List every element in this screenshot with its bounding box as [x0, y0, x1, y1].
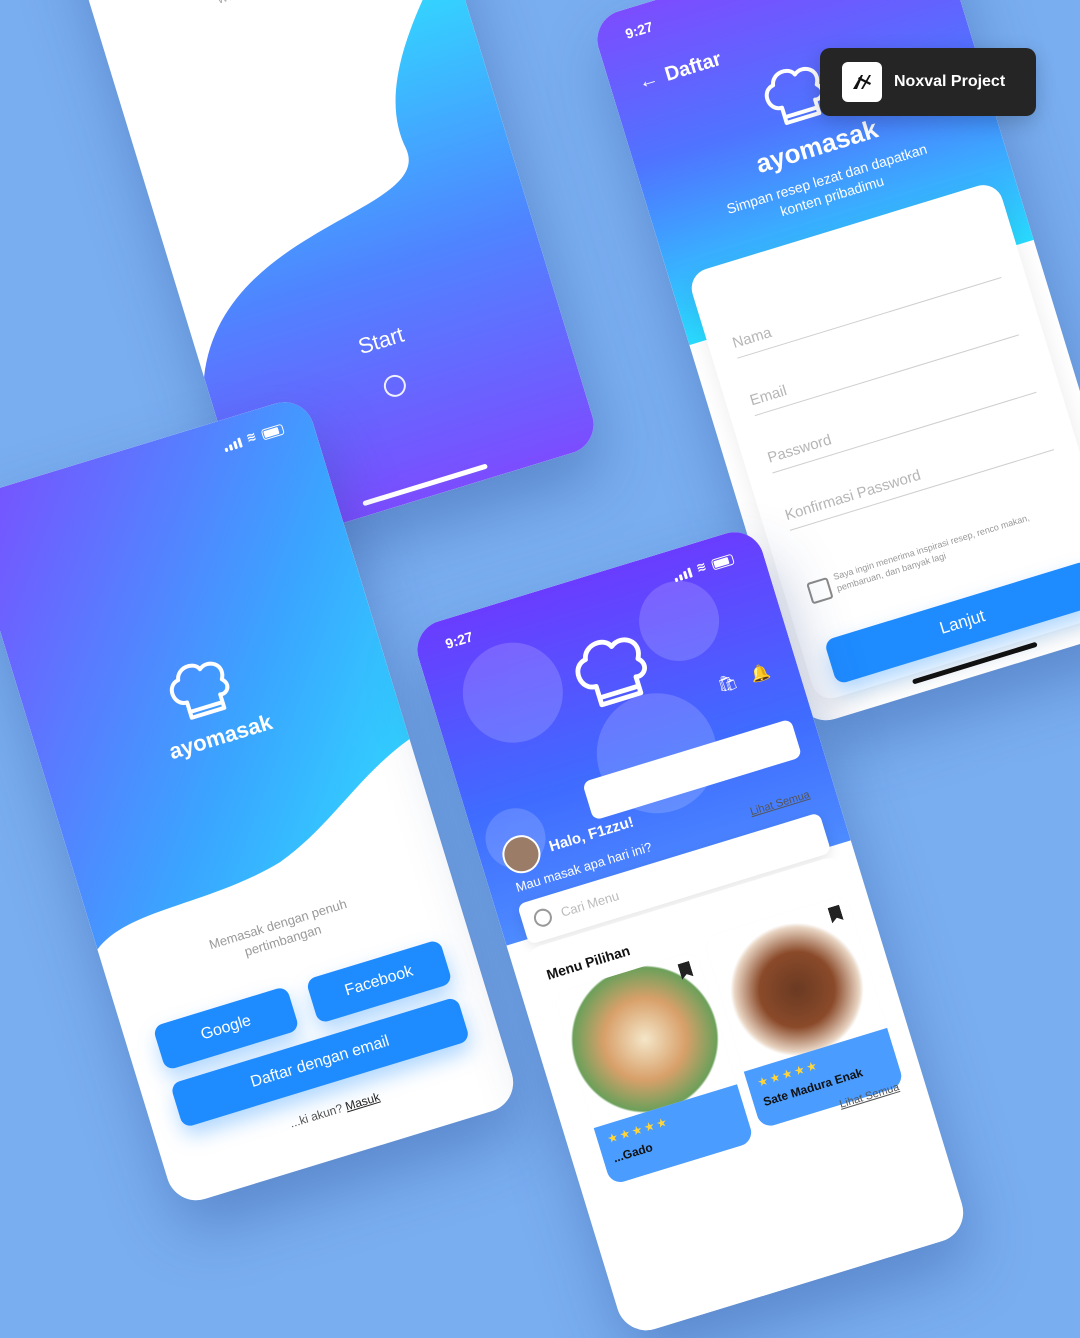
search-icon	[531, 906, 555, 929]
badge-label: Noxval Project	[894, 73, 1006, 90]
login-screen: ≋ ayomasak Memasak dengan penuh pertimba…	[0, 394, 521, 1208]
wifi-icon: ≋	[244, 428, 259, 446]
wifi-icon: ≋	[694, 558, 709, 576]
menu-name: ...Gado	[611, 1140, 655, 1166]
email-placeholder: Email	[747, 382, 789, 410]
search-placeholder: Cari Menu	[559, 887, 621, 920]
name-placeholder: Nama	[730, 324, 774, 352]
consent-checkbox[interactable]	[806, 576, 834, 605]
confirm-password-placeholder: Konfirmasi Password	[783, 466, 923, 525]
password-placeholder: Password	[765, 431, 834, 467]
mockup-stage: ayomasak Welcome To AyoMasak Start 9:27 …	[0, 0, 1080, 1338]
noxval-badge: Noxval Project	[820, 48, 1036, 116]
noxval-logo-icon	[842, 62, 882, 102]
